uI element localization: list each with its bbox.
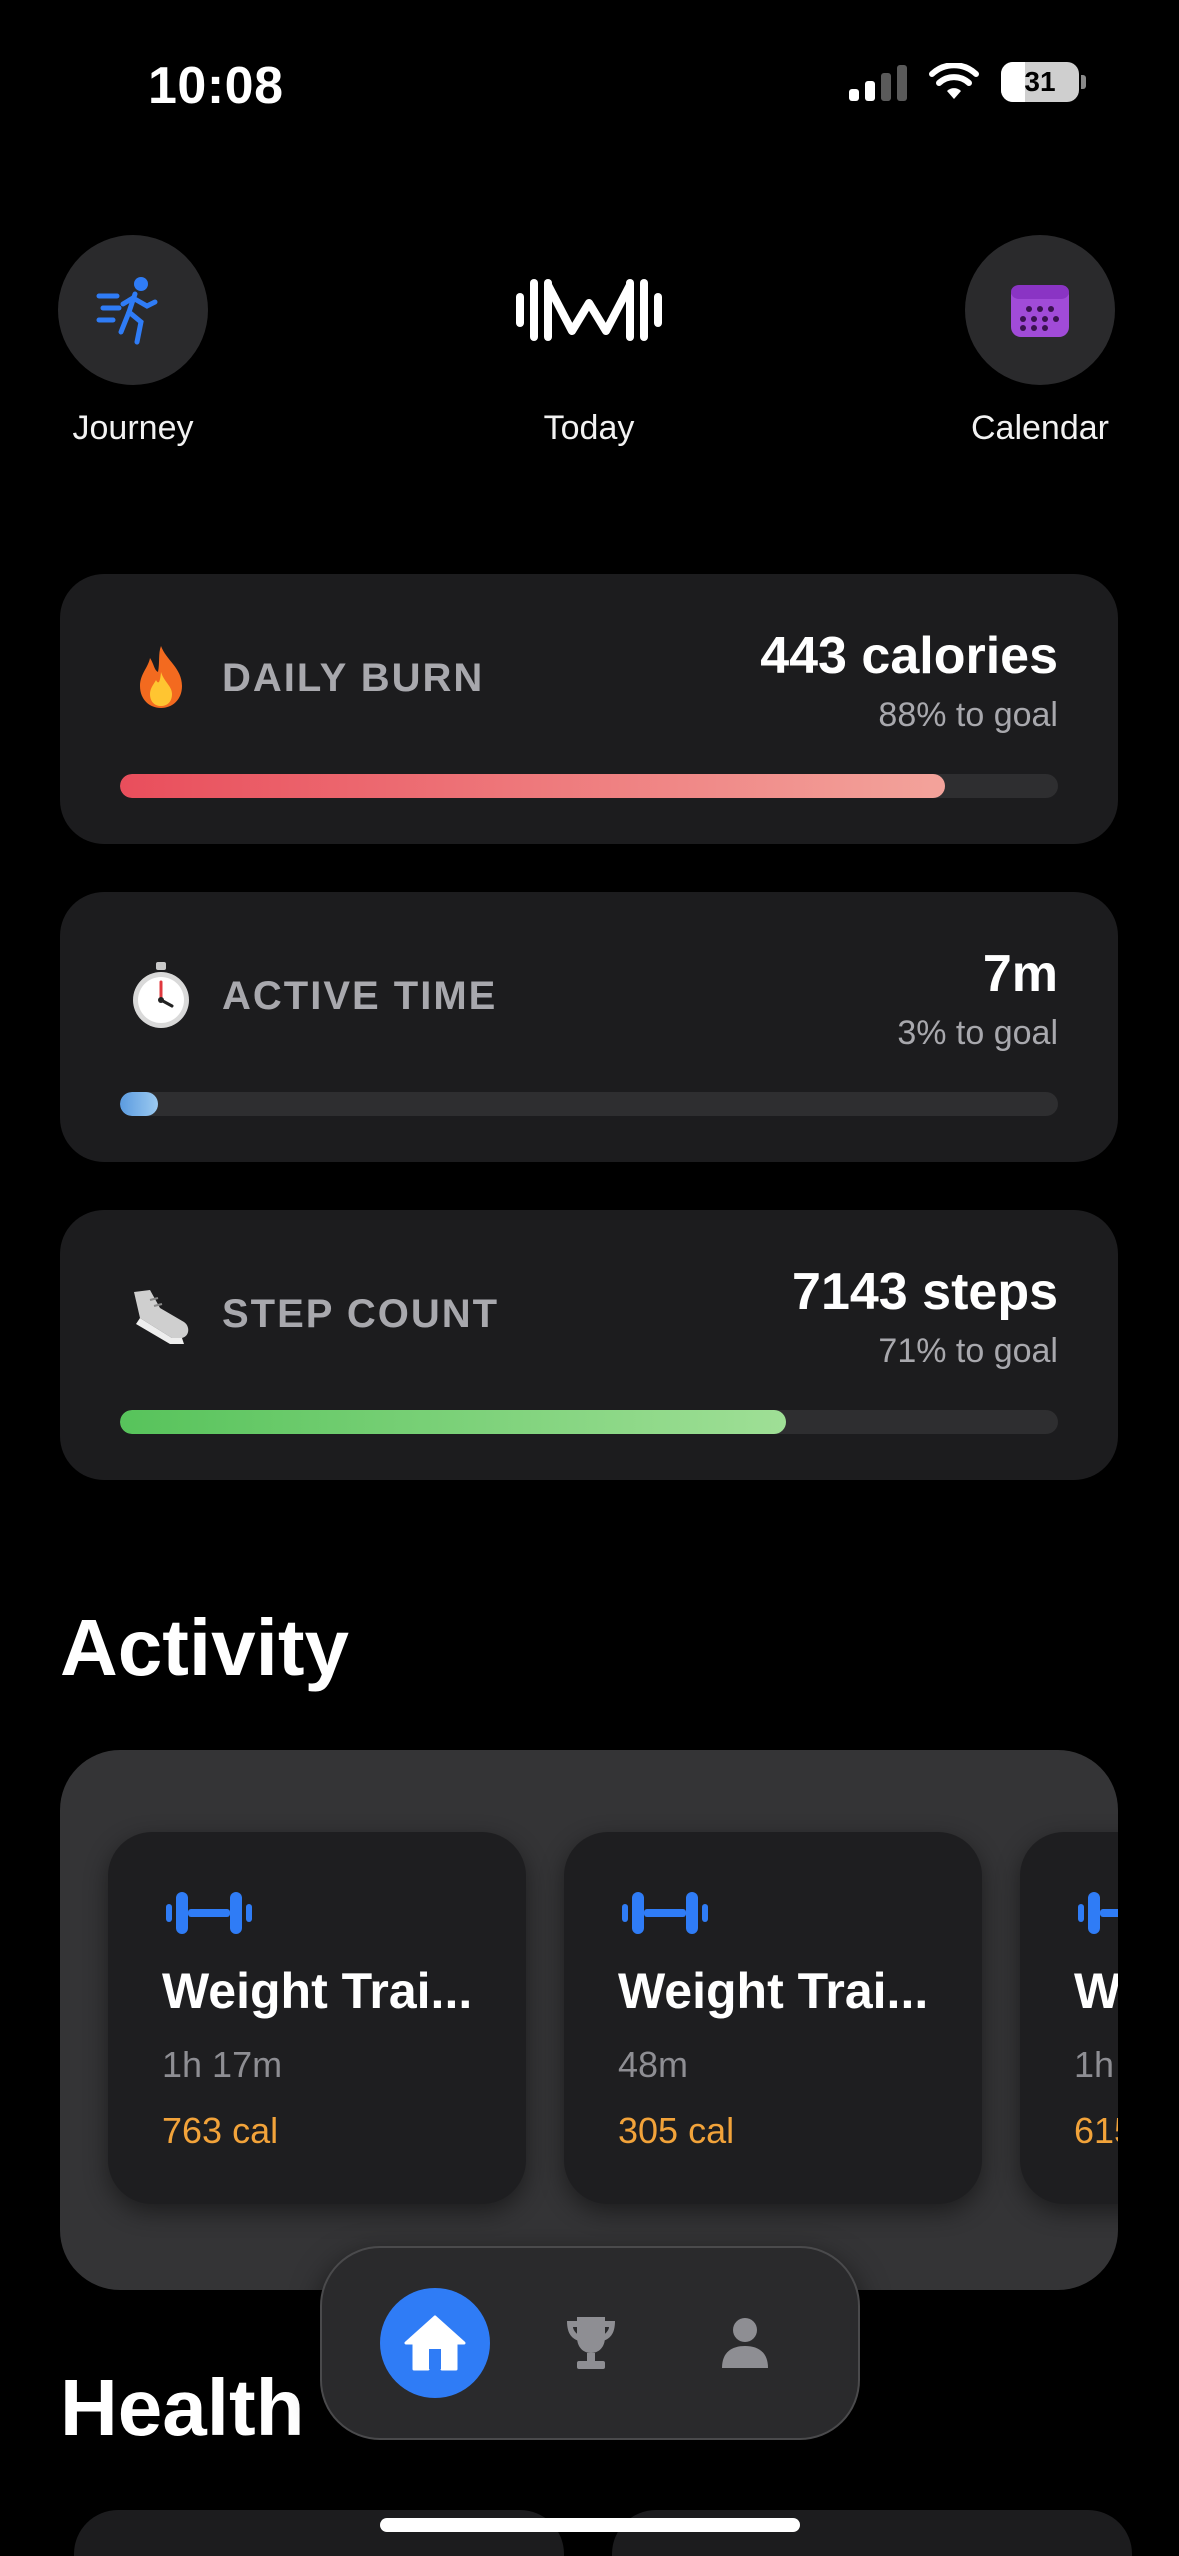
today-button[interactable]: Today bbox=[511, 235, 667, 448]
status-time: 10:08 bbox=[148, 57, 284, 115]
activity-card[interactable]: Weight Trai... 48m 305 cal bbox=[564, 1832, 982, 2204]
fire-icon bbox=[126, 642, 196, 712]
dumbbell-icon bbox=[166, 1892, 252, 1934]
active-time-card[interactable]: ACTIVE TIME 7m 3% to goal bbox=[60, 892, 1118, 1162]
active-time-goal: 3% to goal bbox=[897, 1014, 1058, 1052]
calendar-label: Calendar bbox=[971, 409, 1109, 447]
running-person-icon bbox=[96, 277, 158, 345]
calendar-icon bbox=[1011, 285, 1069, 337]
activity-duration: 48m bbox=[618, 2044, 689, 2085]
person-icon bbox=[722, 2318, 768, 2368]
health-heading: Health bbox=[60, 2363, 305, 2452]
wifi-icon bbox=[929, 63, 979, 99]
calendar-button[interactable]: Calendar bbox=[965, 235, 1115, 448]
daily-burn-progress-bar bbox=[120, 774, 946, 798]
house-icon bbox=[404, 2315, 466, 2371]
activity-carousel[interactable]: Weight Trai... 1h 17m 763 cal Weight Tra… bbox=[60, 1750, 1118, 2290]
step-count-progress-bar bbox=[120, 1410, 786, 1434]
step-count-value: 7143 steps bbox=[792, 1263, 1058, 1321]
activity-heading: Activity bbox=[60, 1603, 349, 1692]
activity-duration: 1h bbox=[1074, 2044, 1115, 2085]
daily-burn-goal: 88% to goal bbox=[878, 696, 1058, 734]
active-time-progress-track bbox=[120, 1092, 1058, 1116]
daily-burn-title: DAILY BURN bbox=[222, 656, 485, 700]
daily-burn-card[interactable]: DAILY BURN 443 calories 88% to goal bbox=[60, 574, 1118, 844]
dumbbell-icon bbox=[1078, 1892, 1118, 1934]
health-card[interactable] bbox=[74, 2510, 564, 2556]
today-label: Today bbox=[543, 409, 635, 447]
activity-calories: 763 cal bbox=[162, 2110, 279, 2151]
sneaker-icon bbox=[126, 1278, 196, 1348]
home-indicator[interactable] bbox=[380, 2518, 800, 2532]
journey-label: Journey bbox=[72, 409, 194, 447]
activity-title: Weight Trai... bbox=[162, 1963, 473, 2019]
battery-level: 31 bbox=[1024, 66, 1056, 97]
activity-calories: 305 cal bbox=[618, 2110, 735, 2151]
active-time-title: ACTIVE TIME bbox=[222, 974, 498, 1018]
trophy-icon bbox=[567, 2317, 615, 2369]
journey-button[interactable]: Journey bbox=[58, 235, 208, 448]
battery-icon: 31 bbox=[1001, 62, 1086, 102]
daily-burn-value: 443 calories bbox=[760, 627, 1058, 685]
status-icons: 31 bbox=[849, 62, 1086, 102]
cellular-signal-icon bbox=[849, 63, 907, 101]
activity-card[interactable]: Weight Trai... 1h 615 cal bbox=[1020, 1832, 1118, 2204]
dumbbell-icon bbox=[622, 1892, 708, 1934]
step-count-goal: 71% to goal bbox=[878, 1332, 1058, 1370]
step-count-card[interactable]: STEP COUNT 7143 steps 71% to goal bbox=[60, 1210, 1118, 1480]
activity-title: Weight Trai... bbox=[618, 1963, 929, 2019]
daily-burn-progress-track bbox=[120, 774, 1058, 798]
active-time-progress-bar bbox=[120, 1092, 158, 1116]
top-nav: Journey Today Calendar bbox=[0, 235, 1179, 465]
journey-icon-circle[interactable] bbox=[58, 235, 208, 385]
active-time-value: 7m bbox=[982, 945, 1058, 1003]
stopwatch-icon bbox=[126, 960, 196, 1030]
step-count-progress-track bbox=[120, 1410, 1058, 1434]
health-card[interactable] bbox=[612, 2510, 1132, 2556]
tab-home[interactable] bbox=[380, 2288, 490, 2398]
tab-profile[interactable] bbox=[690, 2288, 800, 2398]
step-count-title: STEP COUNT bbox=[222, 1292, 500, 1336]
activity-card[interactable]: Weight Trai... 1h 17m 763 cal bbox=[108, 1832, 526, 2204]
tab-bar bbox=[320, 2246, 860, 2440]
tab-challenges[interactable] bbox=[536, 2288, 646, 2398]
calendar-icon-circle[interactable] bbox=[965, 235, 1115, 385]
activity-duration: 1h 17m bbox=[162, 2044, 283, 2085]
app-logo[interactable] bbox=[511, 235, 667, 385]
activity-title: Weight Trai... bbox=[1074, 1963, 1118, 2019]
activity-calories: 615 cal bbox=[1074, 2110, 1118, 2151]
status-bar: 10:08 31 bbox=[0, 0, 1179, 170]
app-logo-icon bbox=[516, 279, 662, 341]
